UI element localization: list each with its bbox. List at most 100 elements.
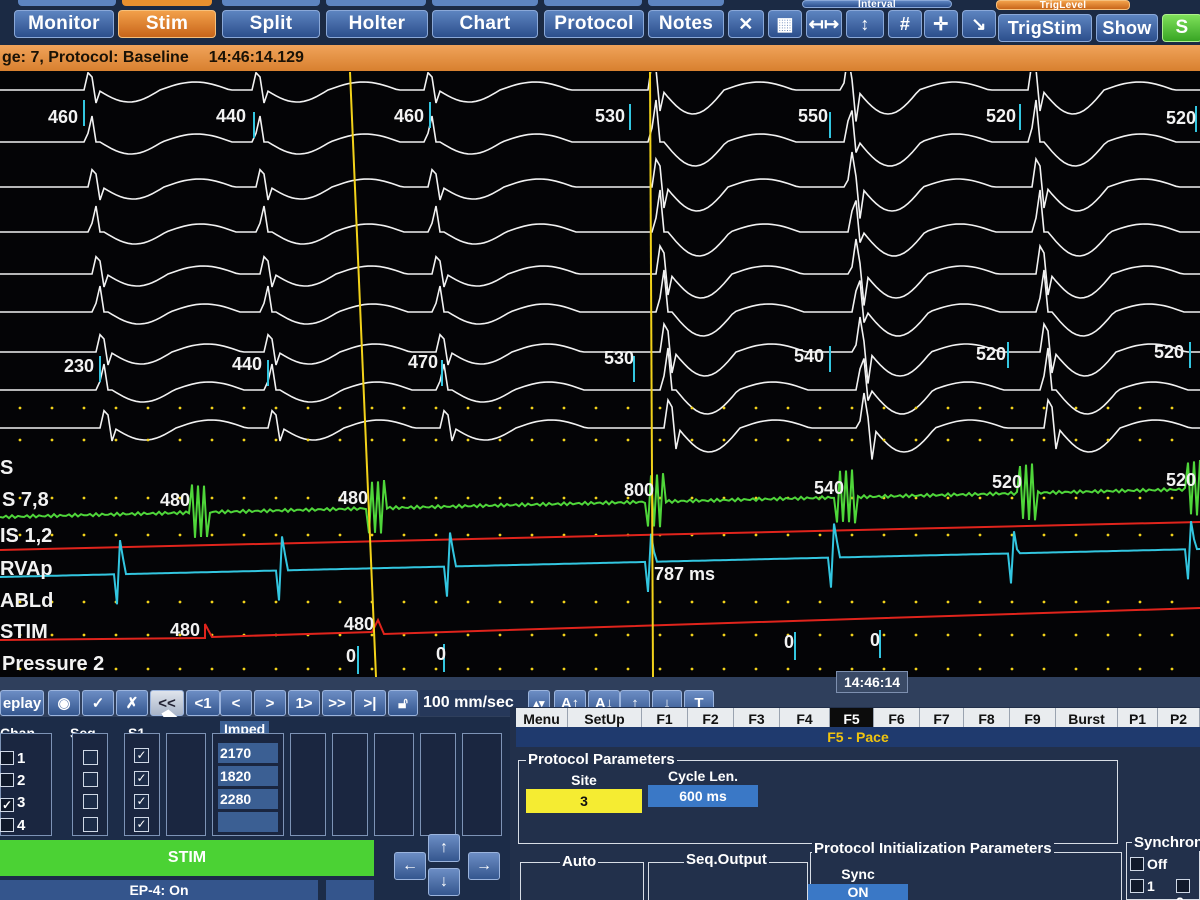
- split-button[interactable]: Split: [222, 10, 320, 38]
- grid-dot: [146, 496, 150, 500]
- channel-number: 2: [17, 772, 26, 789]
- seq-checkbox[interactable]: [83, 817, 98, 832]
- site-value[interactable]: 3: [526, 789, 642, 813]
- grid-dot: [562, 633, 566, 637]
- grid-dot: [882, 633, 886, 637]
- grid-dot: [978, 533, 982, 537]
- multi-caliper-icon[interactable]: #: [888, 10, 922, 38]
- channel-row-4[interactable]: 4: [0, 817, 25, 834]
- step-back-one-button[interactable]: <1: [186, 690, 220, 716]
- horizontal-caliper-icon[interactable]: ↤↦: [806, 10, 842, 38]
- seq-checkbox[interactable]: [83, 794, 98, 809]
- check-eye-icon[interactable]: ✓: [82, 690, 114, 716]
- holter-button[interactable]: Holter: [326, 10, 428, 38]
- syringe-icon[interactable]: ✕: [728, 10, 764, 38]
- s1-checkbox-checked[interactable]: ✓: [134, 794, 149, 809]
- caliper-readout: 787 ms: [654, 564, 715, 584]
- trig-stim-button[interactable]: TrigStim: [998, 14, 1092, 42]
- grid-dot: [1010, 667, 1014, 671]
- grid-dot: [1042, 667, 1046, 671]
- monitor-button[interactable]: Monitor: [14, 10, 114, 38]
- grid-dot: [1010, 496, 1014, 500]
- grid-dot: [210, 406, 214, 410]
- sync-off-option[interactable]: Off: [1130, 856, 1167, 872]
- channel-checkbox-checked[interactable]: ✓: [0, 798, 14, 812]
- grid-dot: [658, 633, 662, 637]
- cross-eye-icon[interactable]: ✗: [116, 690, 148, 716]
- diagonal-arrow-icon[interactable]: ↘: [962, 10, 996, 38]
- grid-dot: [818, 406, 822, 410]
- grid-dot: [370, 633, 374, 637]
- interval-label-row1: 520: [1166, 108, 1196, 128]
- sync-option-1[interactable]: 1: [1130, 878, 1155, 894]
- seq-checkbox[interactable]: [83, 772, 98, 787]
- arrow-up-icon[interactable]: ↑: [428, 834, 460, 862]
- grid-dot: [338, 667, 342, 671]
- grid-dot: [1106, 533, 1110, 537]
- grid-dot: [626, 633, 630, 637]
- s1-checkbox-checked[interactable]: ✓: [134, 817, 149, 832]
- grid-dot: [146, 633, 150, 637]
- arrow-right-icon[interactable]: →: [468, 852, 500, 880]
- grid-dot: [914, 633, 918, 637]
- grid-dot: [722, 600, 726, 604]
- sync-option-label: 1: [1147, 878, 1155, 894]
- grid-dot: [818, 667, 822, 671]
- sync-checkbox[interactable]: [1176, 879, 1190, 893]
- grid-dot: [754, 667, 758, 671]
- sync-checkbox[interactable]: [1130, 879, 1144, 893]
- stim-button-large[interactable]: STIM: [0, 840, 374, 876]
- notes-button[interactable]: Notes: [648, 10, 724, 38]
- chart-button[interactable]: Chart: [432, 10, 538, 38]
- interval-label-row2: 440: [232, 354, 262, 374]
- grid-dot: [690, 600, 694, 604]
- sync-value[interactable]: ON: [808, 884, 908, 900]
- grid-dot: [306, 667, 310, 671]
- grid-dot: [786, 667, 790, 671]
- channel-checkbox[interactable]: [0, 773, 14, 787]
- channel-checkbox[interactable]: [0, 751, 14, 765]
- eye-icon[interactable]: ◉: [48, 690, 80, 716]
- arrow-left-icon[interactable]: ←: [394, 852, 426, 880]
- lock-icon[interactable]: 🔓︎: [388, 690, 418, 716]
- step-forward-one-button[interactable]: 1>: [288, 690, 320, 716]
- seq-checkbox[interactable]: [83, 750, 98, 765]
- grid-dot: [562, 438, 566, 442]
- march-caliper-icon[interactable]: ✛: [924, 10, 958, 38]
- grid-dot: [754, 438, 758, 442]
- sync-option-2[interactable]: 2: [1176, 878, 1200, 900]
- channel-row-1[interactable]: 1: [0, 750, 25, 767]
- start-button[interactable]: S: [1162, 14, 1200, 42]
- empty-column: [374, 733, 414, 836]
- waveform-canvas: 460 440 460 530 550 520 520 230 440 470 530 540 520 5…: [0, 72, 1200, 677]
- grid-dot: [1042, 406, 1046, 410]
- grid-dot: [18, 438, 22, 442]
- go-to-end-button[interactable]: >|: [354, 690, 386, 716]
- channel-checkbox[interactable]: [0, 818, 14, 832]
- vertical-caliper-icon[interactable]: ↕: [846, 10, 884, 38]
- toolbar-strip: [648, 0, 724, 6]
- step-forward-button[interactable]: >: [254, 690, 286, 716]
- show-button[interactable]: Show: [1096, 14, 1158, 42]
- cycle-length-value[interactable]: 600 ms: [648, 785, 758, 807]
- grid-dot: [882, 667, 886, 671]
- s1-checkbox-checked[interactable]: ✓: [134, 771, 149, 786]
- step-back-button[interactable]: <: [220, 690, 252, 716]
- s1-checkbox-checked[interactable]: ✓: [134, 748, 149, 763]
- stim-button[interactable]: Stim: [118, 10, 216, 38]
- grid-dot: [786, 438, 790, 442]
- grid-dot: [914, 533, 918, 537]
- grid-dot: [1042, 633, 1046, 637]
- interval-label-row3: 480: [338, 488, 368, 508]
- arrow-down-icon[interactable]: ↓: [428, 868, 460, 896]
- grid-dot: [466, 667, 470, 671]
- grid-icon[interactable]: ▦: [768, 10, 802, 38]
- forward-fast-button[interactable]: >>: [322, 690, 352, 716]
- trig-level-button[interactable]: TrigLevel: [996, 0, 1130, 11]
- protocol-button[interactable]: Protocol: [544, 10, 644, 38]
- replay-button[interactable]: eplay: [0, 690, 44, 716]
- off-checkbox[interactable]: [1130, 857, 1144, 871]
- channel-row-3[interactable]: ✓ 3: [0, 794, 25, 812]
- grid-dot: [306, 600, 310, 604]
- channel-row-2[interactable]: 2: [0, 772, 25, 789]
